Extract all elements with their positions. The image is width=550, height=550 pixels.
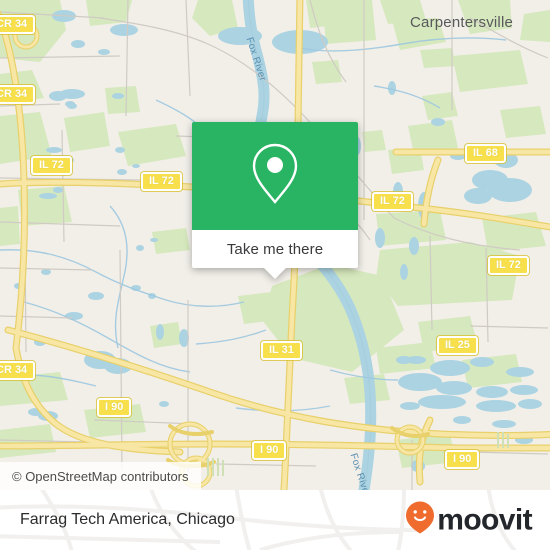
highway-shield-il-31[interactable]: IL 31: [261, 341, 302, 360]
highway-shield-i-90[interactable]: I 90: [252, 441, 287, 460]
place-callout-card[interactable]: Take me there: [192, 122, 358, 279]
highway-shield-il-72[interactable]: IL 72: [488, 256, 529, 275]
highway-shield-cr-34[interactable]: CR 34: [0, 15, 36, 34]
map-canvas[interactable]: Carpentersville Fox River Fox River CR 3…: [0, 0, 550, 490]
place-title: Farrag Tech America, Chicago: [20, 511, 235, 528]
map-place-card: Carpentersville Fox River Fox River CR 3…: [0, 0, 550, 550]
moovit-smiley-pin-icon: [405, 501, 435, 540]
osm-attribution[interactable]: © OpenStreetMap contributors: [0, 462, 201, 490]
highway-shield-cr-34[interactable]: CR 34: [0, 85, 36, 104]
highway-shield-cr-34[interactable]: CR 34: [0, 361, 36, 380]
highway-shield-il-68[interactable]: IL 68: [465, 144, 506, 163]
highway-shield-i-90[interactable]: I 90: [445, 450, 480, 469]
location-pin-icon: [247, 140, 303, 213]
callout-pointer: [263, 267, 287, 279]
map-city-label: Carpentersville: [410, 14, 514, 31]
moovit-wordmark: moovit: [437, 503, 532, 536]
moovit-brand[interactable]: moovit: [405, 501, 533, 540]
take-me-there-label: Take me there: [226, 240, 324, 258]
footer-bar: Farrag Tech America, Chicago moovit: [0, 490, 550, 550]
highway-shield-il-72[interactable]: IL 72: [141, 172, 182, 191]
highway-shield-il-72[interactable]: IL 72: [31, 156, 72, 175]
highway-shield-i-90[interactable]: I 90: [97, 398, 132, 417]
callout-header: [192, 122, 358, 230]
callout-footer[interactable]: Take me there: [192, 230, 358, 279]
highway-shield-il-25[interactable]: IL 25: [437, 336, 478, 355]
highway-shield-il-72[interactable]: IL 72: [372, 192, 413, 211]
